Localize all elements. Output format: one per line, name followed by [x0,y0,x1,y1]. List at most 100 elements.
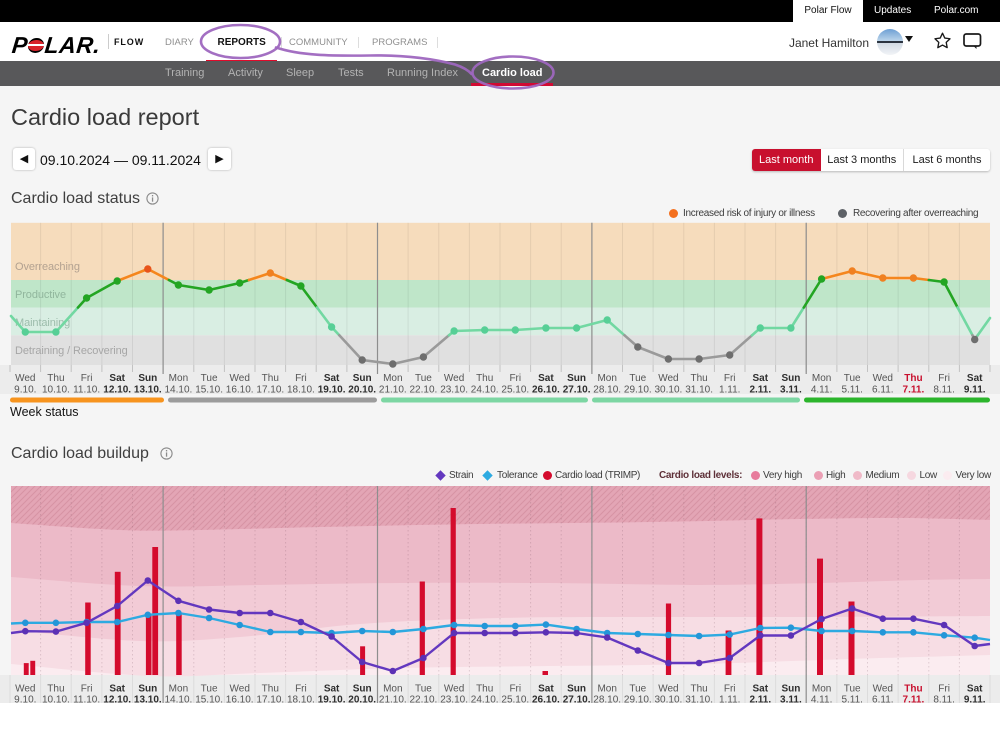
svg-text:Tue: Tue [844,684,861,695]
svg-text:Fri: Fri [295,373,307,384]
svg-text:1.11.: 1.11. [719,695,741,704]
svg-text:7.11.: 7.11. [903,695,925,704]
svg-text:11.10.: 11.10. [73,695,100,704]
svg-text:5.11.: 5.11. [841,385,863,396]
svg-text:Fri: Fri [509,373,521,384]
svg-text:20.10.: 20.10. [348,385,376,396]
svg-text:Sat: Sat [109,684,125,695]
svg-text:Thu: Thu [904,684,922,695]
svg-text:Productive: Productive [15,289,66,301]
svg-text:Overreaching: Overreaching [15,261,80,273]
svg-text:Thu: Thu [476,373,493,384]
svg-text:Mon: Mon [597,373,616,384]
svg-text:Tue: Tue [201,373,218,384]
svg-text:22.10.: 22.10. [409,385,437,396]
svg-text:Wed: Wed [873,684,893,695]
svg-text:Mon: Mon [812,373,831,384]
svg-text:4.11.: 4.11. [811,385,833,396]
svg-text:Fri: Fri [938,684,950,695]
svg-text:18.10.: 18.10. [287,695,315,704]
svg-text:9.10.: 9.10. [14,695,36,704]
svg-text:12.10.: 12.10. [103,385,131,396]
svg-text:6.11.: 6.11. [872,695,894,704]
svg-text:Tue: Tue [844,373,861,384]
svg-text:Wed: Wed [658,373,678,384]
svg-text:Sat: Sat [324,684,340,695]
svg-text:Sun: Sun [781,373,800,384]
svg-text:24.10.: 24.10. [471,695,499,704]
svg-text:25.10.: 25.10. [501,385,529,396]
svg-text:2.11.: 2.11. [749,385,771,396]
svg-text:Mon: Mon [812,684,831,695]
svg-text:6.11.: 6.11. [872,385,894,396]
svg-text:Wed: Wed [444,684,464,695]
svg-text:Mon: Mon [597,684,616,695]
svg-text:Sat: Sat [109,373,125,384]
svg-text:27.10.: 27.10. [563,695,591,704]
svg-text:31.10.: 31.10. [685,385,713,396]
svg-text:Fri: Fri [938,373,950,384]
svg-text:29.10.: 29.10. [624,385,652,396]
svg-text:9.11.: 9.11. [964,385,986,396]
svg-text:14.10.: 14.10. [164,695,192,704]
svg-text:Fri: Fri [81,684,93,695]
svg-text:Sat: Sat [967,373,983,384]
svg-text:Tue: Tue [629,684,646,695]
svg-text:Mon: Mon [169,684,188,695]
svg-text:Fri: Fri [509,684,521,695]
svg-text:9.10.: 9.10. [14,385,36,396]
svg-text:8.11.: 8.11. [933,695,955,704]
svg-text:27.10.: 27.10. [563,385,591,396]
svg-text:22.10.: 22.10. [409,695,437,704]
svg-text:Thu: Thu [476,684,493,695]
svg-text:21.10.: 21.10. [379,695,407,704]
svg-text:7.11.: 7.11. [903,385,925,396]
svg-text:10.10.: 10.10. [42,695,70,704]
svg-text:Thu: Thu [690,684,707,695]
svg-text:Mon: Mon [383,373,402,384]
svg-text:3.11.: 3.11. [780,385,802,396]
svg-text:Mon: Mon [383,684,402,695]
svg-text:Sun: Sun [138,373,157,384]
svg-text:1.11.: 1.11. [719,385,741,396]
svg-text:Tue: Tue [629,373,646,384]
svg-text:Thu: Thu [262,684,279,695]
svg-text:Fri: Fri [724,684,736,695]
svg-text:Thu: Thu [690,373,707,384]
svg-text:26.10.: 26.10. [532,695,560,704]
svg-text:Sun: Sun [567,684,586,695]
svg-text:Sat: Sat [324,373,340,384]
svg-text:18.10.: 18.10. [287,385,315,396]
svg-text:2.11.: 2.11. [749,695,771,704]
svg-text:Sat: Sat [753,684,769,695]
svg-text:19.10.: 19.10. [318,385,346,396]
svg-text:Wed: Wed [658,684,678,695]
svg-text:24.10.: 24.10. [471,385,499,396]
svg-text:Sun: Sun [138,684,157,695]
svg-text:21.10.: 21.10. [379,385,407,396]
svg-text:12.10.: 12.10. [103,695,131,704]
svg-text:4.11.: 4.11. [811,695,833,704]
svg-text:Thu: Thu [904,373,922,384]
svg-text:Tue: Tue [415,373,432,384]
svg-text:Wed: Wed [230,684,250,695]
svg-text:Tue: Tue [201,684,218,695]
svg-text:Mon: Mon [169,373,188,384]
svg-text:11.10.: 11.10. [73,385,100,396]
svg-text:Sun: Sun [353,684,372,695]
svg-text:Sun: Sun [353,373,372,384]
svg-text:Thu: Thu [47,684,64,695]
svg-text:Week status: Week status [10,405,79,419]
svg-text:Sun: Sun [781,684,800,695]
svg-text:20.10.: 20.10. [348,695,376,704]
svg-text:Sat: Sat [967,684,983,695]
svg-text:Fri: Fri [295,684,307,695]
svg-text:19.10.: 19.10. [318,695,346,704]
svg-text:Sun: Sun [567,373,586,384]
svg-text:10.10.: 10.10. [42,385,70,396]
svg-text:Detraining / Recovering: Detraining / Recovering [15,345,128,357]
svg-text:23.10.: 23.10. [440,385,468,396]
svg-text:15.10.: 15.10. [195,695,223,704]
svg-text:Tue: Tue [415,684,432,695]
svg-text:17.10.: 17.10. [256,695,284,704]
